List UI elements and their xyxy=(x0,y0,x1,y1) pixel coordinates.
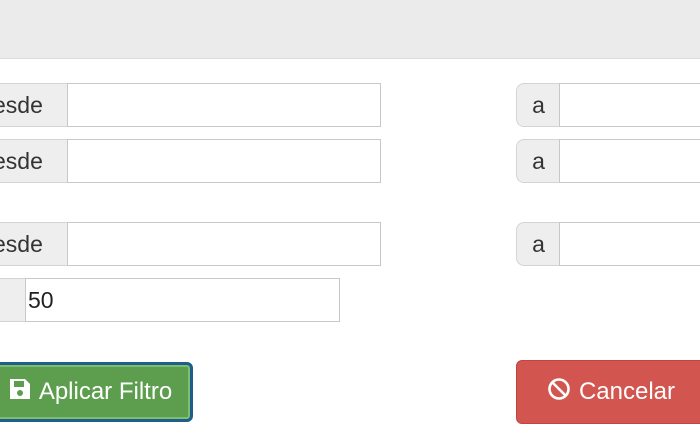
range-to-input[interactable] xyxy=(559,139,700,183)
limit-addon xyxy=(0,278,26,322)
range-from-label: esde xyxy=(0,139,68,183)
range-to-label: a xyxy=(516,83,560,127)
range-from-input[interactable] xyxy=(67,139,381,183)
range-from-input[interactable] xyxy=(67,83,381,127)
modal-header xyxy=(0,0,700,59)
range-to-label: a xyxy=(516,139,560,183)
apply-filter-label: Aplicar Filtro xyxy=(38,378,173,405)
range-from-label: esde xyxy=(0,83,68,127)
range-to-input[interactable] xyxy=(559,222,700,266)
save-icon xyxy=(9,378,39,407)
range-from-label: esde xyxy=(0,222,68,266)
cancel-label: Cancelar xyxy=(578,378,676,405)
range-from-input[interactable] xyxy=(67,222,381,266)
cancel-button[interactable]: Cancelar xyxy=(516,360,700,424)
range-to-label: a xyxy=(516,222,560,266)
ban-icon xyxy=(547,377,579,408)
range-to-input[interactable] xyxy=(559,83,700,127)
apply-filter-button[interactable]: Aplicar Filtro xyxy=(0,362,193,422)
limit-input[interactable] xyxy=(25,278,340,322)
